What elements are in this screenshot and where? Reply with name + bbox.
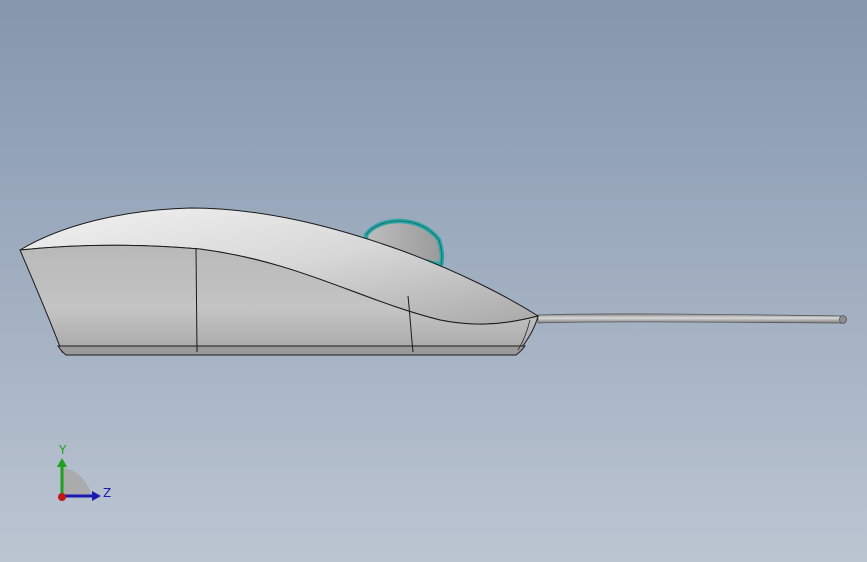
z-axis-label: Z — [103, 486, 112, 500]
graphics-viewport[interactable]: Y Z — [0, 0, 867, 562]
triad-plane — [62, 468, 92, 496]
mouse-model[interactable] — [0, 0, 867, 562]
y-axis-label: Y — [59, 443, 67, 457]
cable-end — [839, 315, 847, 324]
triad-origin — [58, 493, 66, 501]
z-axis-arrow — [92, 491, 101, 501]
y-axis-arrow — [57, 458, 67, 467]
base — [57, 345, 527, 356]
cable — [537, 313, 844, 324]
